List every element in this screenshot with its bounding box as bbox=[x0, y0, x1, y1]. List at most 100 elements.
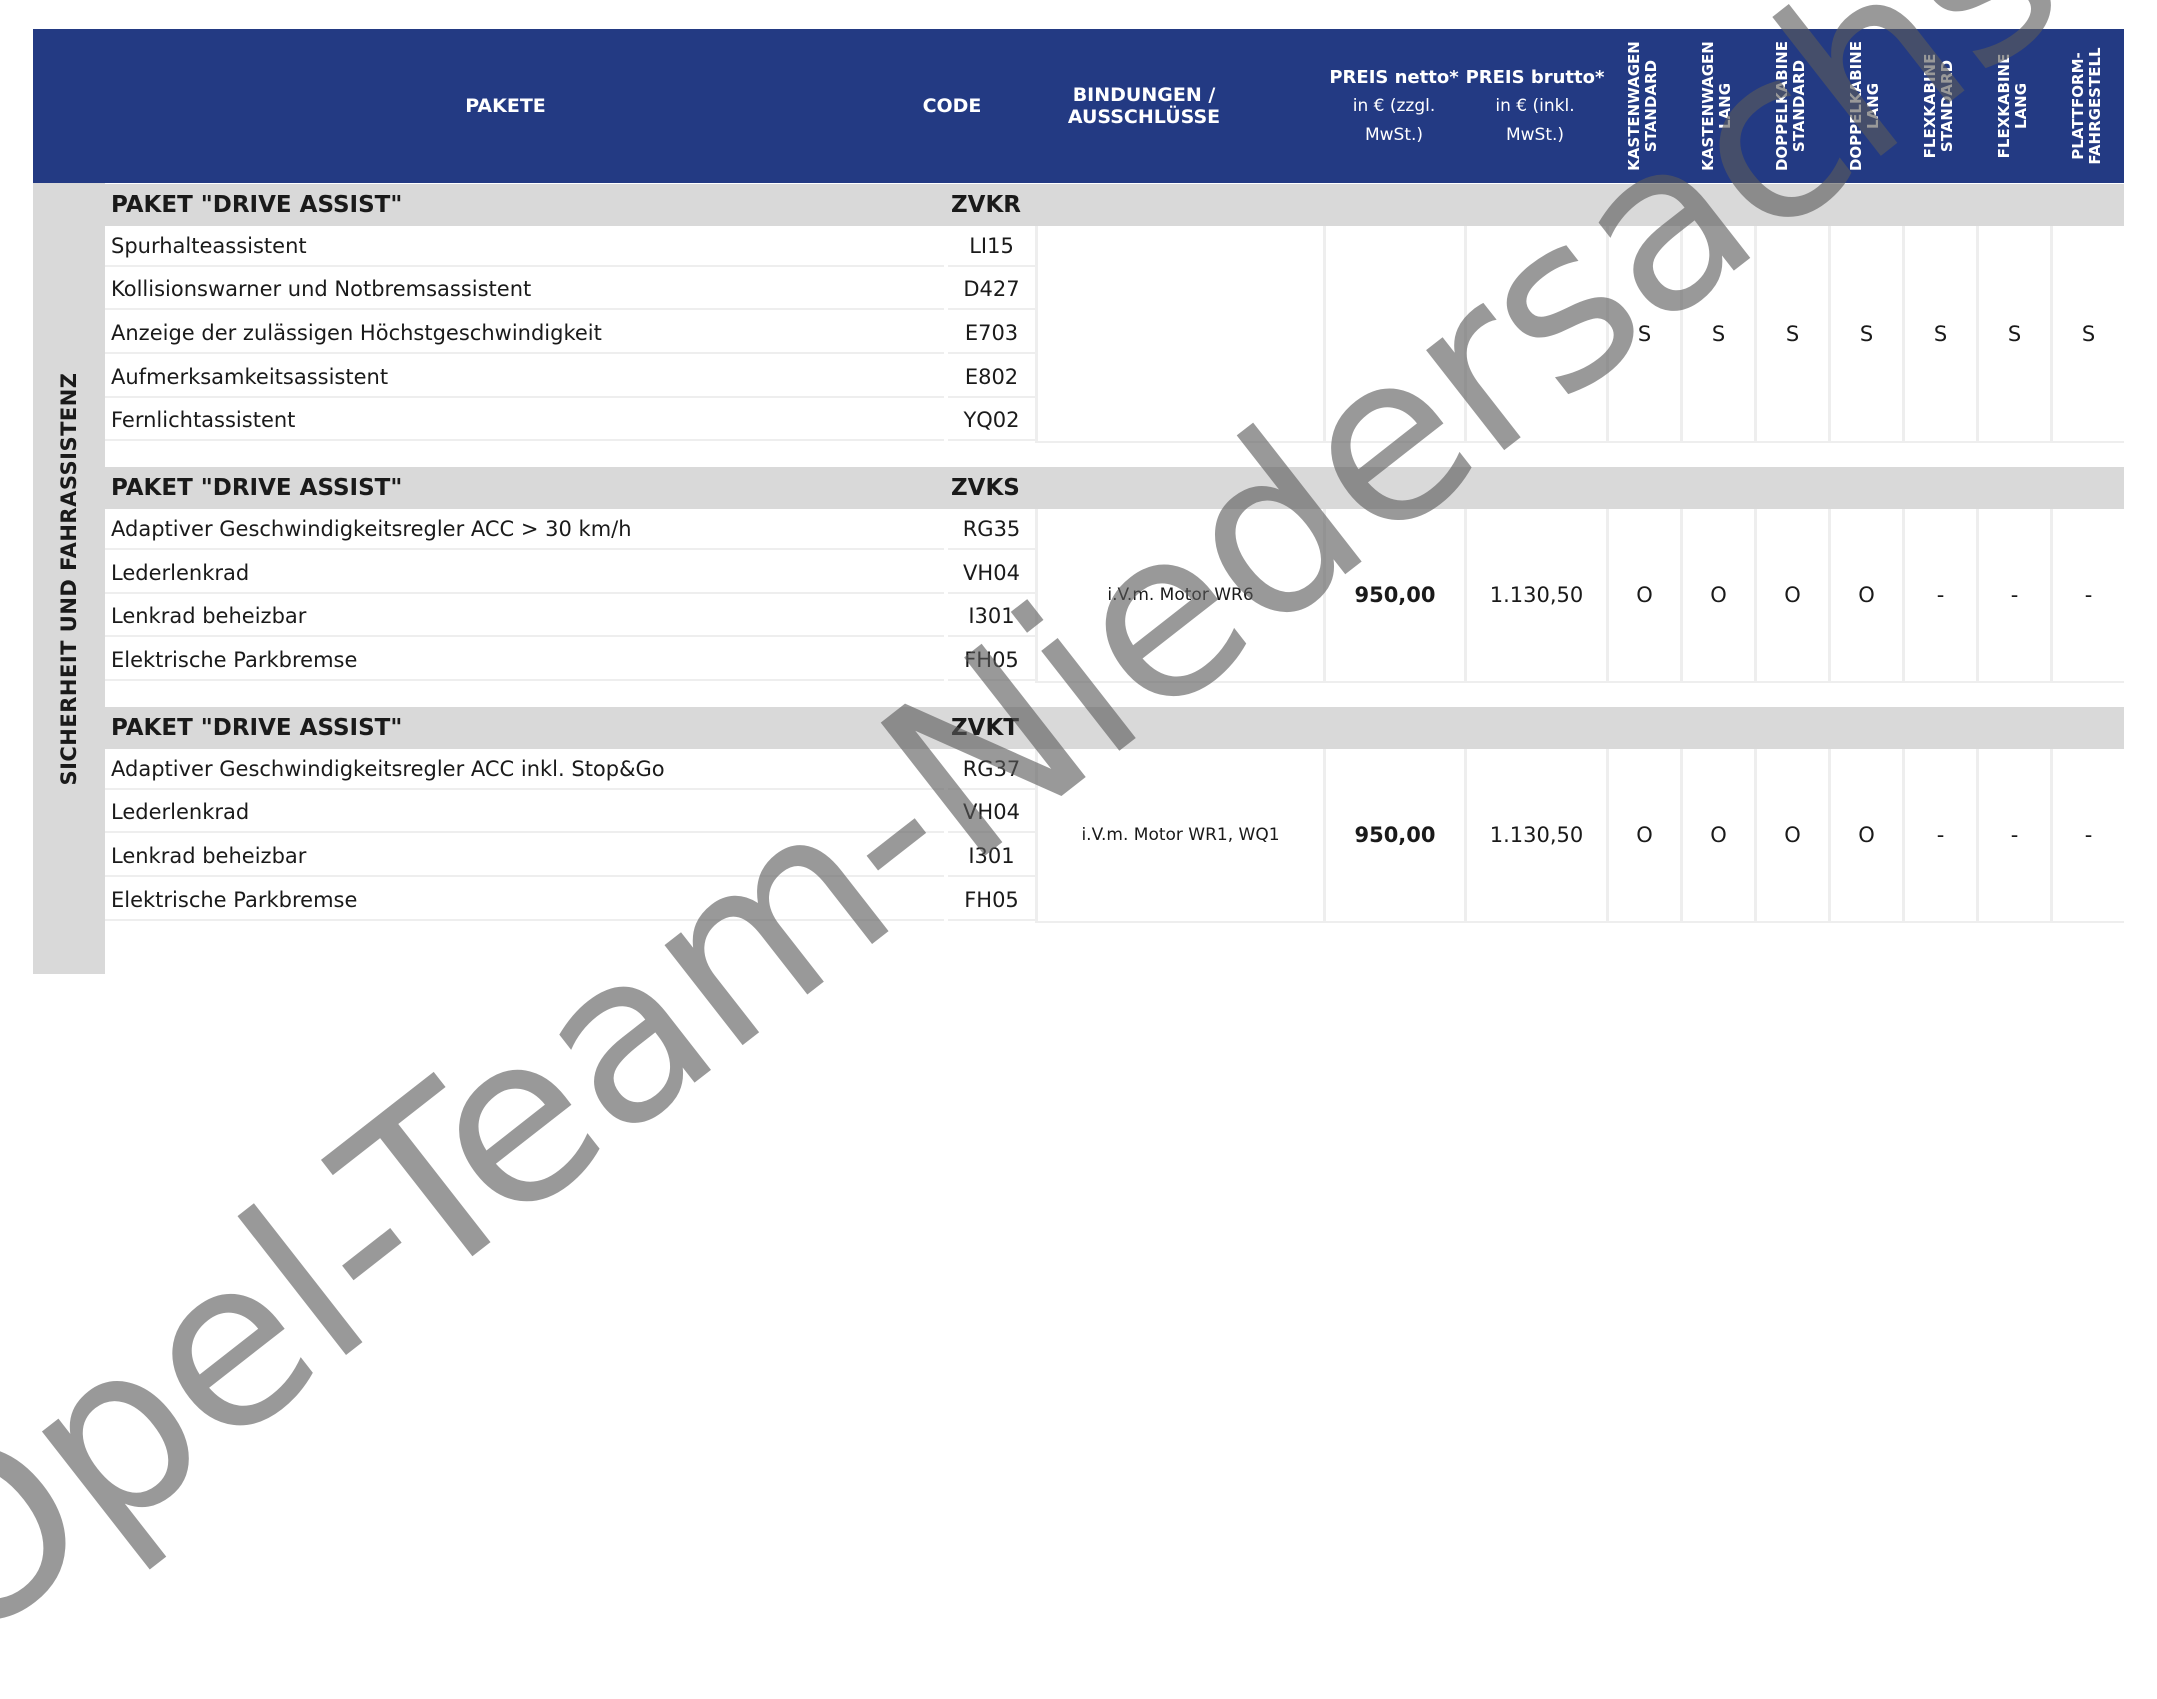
header-variant-flexkabine-standard: FLEXKABINE STANDARD bbox=[1902, 29, 1976, 183]
availability-cell: S bbox=[1606, 226, 1680, 443]
price-netto-cell bbox=[1323, 226, 1464, 443]
group-code: ZVKS bbox=[951, 475, 1020, 501]
availability-cell: O bbox=[1828, 749, 1902, 923]
availability-cell: O bbox=[1680, 749, 1754, 923]
variant-line2: LANG bbox=[2012, 82, 2030, 130]
availability-cell: - bbox=[1976, 509, 2050, 683]
item-name: Kollisionswarner und Notbremsassistent bbox=[105, 269, 944, 310]
variant-line2: FAHRGESTELL bbox=[2086, 47, 2104, 165]
section-label: SICHERHEIT UND FAHRASSISTENZ bbox=[57, 371, 81, 786]
price-brutto-cell: 1.130,50 bbox=[1464, 749, 1606, 923]
variant-line1: FLEXKABINE bbox=[1995, 53, 2013, 159]
item-name: Adaptiver Geschwindigkeitsregler ACC > 3… bbox=[105, 509, 944, 550]
header-variant-plattform-fahrgestell: PLATTFORM- FAHRGESTELL bbox=[2050, 29, 2124, 183]
availability-cell: - bbox=[1976, 749, 2050, 923]
availability-cell: S bbox=[1902, 226, 1976, 443]
group-code: ZVKR bbox=[951, 192, 1022, 218]
price-netto-cell: 950,00 bbox=[1323, 749, 1464, 923]
bindung-cell bbox=[1035, 226, 1323, 443]
item-code: RG35 bbox=[948, 509, 1035, 550]
group-title: PAKET "DRIVE ASSIST" bbox=[111, 715, 403, 741]
price-netto-cell: 950,00 bbox=[1323, 509, 1464, 683]
availability-cell: O bbox=[1754, 509, 1828, 683]
variant-line2: LANG bbox=[1864, 82, 1882, 130]
item-code: LI15 bbox=[948, 226, 1035, 267]
group-header-zvks: PAKET "DRIVE ASSIST" ZVKS bbox=[105, 467, 2124, 509]
availability-cell: S bbox=[1828, 226, 1902, 443]
availability-cell: O bbox=[1606, 749, 1680, 923]
variant-line1: PLATTFORM- bbox=[2069, 52, 2087, 160]
group-title: PAKET "DRIVE ASSIST" bbox=[111, 192, 403, 218]
item-code: FH05 bbox=[948, 880, 1035, 921]
header-bindungen: BINDUNGEN / AUSSCHLÜSSE bbox=[1067, 84, 1221, 128]
header-variant-kastenwagen-lang: KASTENWAGEN LANG bbox=[1680, 29, 1754, 183]
header-variant-kastenwagen-standard: KASTENWAGEN STANDARD bbox=[1606, 29, 1680, 183]
item-code: VH04 bbox=[948, 553, 1035, 594]
item-name: Fernlichtassistent bbox=[105, 400, 944, 441]
group-header-zvkt: PAKET "DRIVE ASSIST" ZVKT bbox=[105, 707, 2124, 749]
header-preis-netto: PREIS netto* in € (zzgl. MwSt.) bbox=[1324, 29, 1464, 183]
item-code: E802 bbox=[948, 357, 1035, 398]
item-name: Lederlenkrad bbox=[105, 553, 944, 594]
variant-line1: DOPPELKABINE bbox=[1773, 40, 1791, 172]
header-preis-brutto: PREIS brutto* in € (inkl. MwSt.) bbox=[1464, 29, 1606, 183]
item-code: FH05 bbox=[948, 640, 1035, 681]
item-code: D427 bbox=[948, 269, 1035, 310]
price-brutto-cell: 1.130,50 bbox=[1464, 509, 1606, 683]
availability-cell: - bbox=[1902, 509, 1976, 683]
preis-netto-sub1: in € (zzgl. bbox=[1352, 95, 1436, 116]
item-code: RG37 bbox=[948, 749, 1035, 790]
availability-cell: S bbox=[2050, 226, 2124, 443]
item-name: Elektrische Parkbremse bbox=[105, 640, 944, 681]
preis-netto-sub2: MwSt.) bbox=[1364, 124, 1424, 145]
item-name: Spurhalteassistent bbox=[105, 226, 944, 267]
variant-line1: KASTENWAGEN bbox=[1699, 41, 1717, 171]
availability-cell: O bbox=[1606, 509, 1680, 683]
item-name: Lenkrad beheizbar bbox=[105, 836, 944, 877]
preis-brutto-title: PREIS brutto* bbox=[1465, 66, 1605, 88]
item-name: Lederlenkrad bbox=[105, 792, 944, 833]
variant-line1: FLEXKABINE bbox=[1921, 53, 1939, 159]
availability-cell: - bbox=[2050, 509, 2124, 683]
header-variant-flexkabine-lang: FLEXKABINE LANG bbox=[1976, 29, 2050, 183]
variant-line1: KASTENWAGEN bbox=[1625, 41, 1643, 171]
variant-line2: LANG bbox=[1716, 82, 1734, 130]
bindung-cell: i.V.m. Motor WR6 bbox=[1035, 509, 1323, 683]
availability-cell: S bbox=[1680, 226, 1754, 443]
availability-cell: S bbox=[1754, 226, 1828, 443]
preis-brutto-sub2: MwSt.) bbox=[1505, 124, 1565, 145]
item-code: YQ02 bbox=[948, 400, 1035, 441]
availability-cell: S bbox=[1976, 226, 2050, 443]
item-name: Adaptiver Geschwindigkeitsregler ACC ink… bbox=[105, 749, 944, 790]
group-header-zvkr: PAKET "DRIVE ASSIST" ZVKR bbox=[105, 184, 2124, 226]
availability-cell: O bbox=[1680, 509, 1754, 683]
variant-line1: DOPPELKABINE bbox=[1847, 40, 1865, 172]
availability-cell: O bbox=[1828, 509, 1902, 683]
availability-cell: - bbox=[2050, 749, 2124, 923]
item-code: E703 bbox=[948, 313, 1035, 354]
group-code: ZVKT bbox=[951, 715, 1019, 741]
item-code: I301 bbox=[948, 836, 1035, 877]
item-name: Lenkrad beheizbar bbox=[105, 596, 944, 637]
table-header: PAKETE CODE BINDUNGEN / AUSSCHLÜSSE PREI… bbox=[33, 29, 2124, 183]
group-title: PAKET "DRIVE ASSIST" bbox=[111, 475, 403, 501]
variant-line2: STANDARD bbox=[1790, 59, 1808, 153]
item-name: Elektrische Parkbremse bbox=[105, 880, 944, 921]
header-variant-doppelkabine-standard: DOPPELKABINE STANDARD bbox=[1754, 29, 1828, 183]
item-code: VH04 bbox=[948, 792, 1035, 833]
item-name: Aufmerksamkeitsassistent bbox=[105, 357, 944, 398]
item-code: I301 bbox=[948, 596, 1035, 637]
price-brutto-cell bbox=[1464, 226, 1606, 443]
header-pakete: PAKETE bbox=[465, 95, 546, 117]
preis-netto-title: PREIS netto* bbox=[1329, 66, 1459, 88]
header-variant-doppelkabine-lang: DOPPELKABINE LANG bbox=[1828, 29, 1902, 183]
variant-line2: STANDARD bbox=[1642, 59, 1660, 153]
bindung-cell: i.V.m. Motor WR1, WQ1 bbox=[1035, 749, 1323, 923]
variant-line2: STANDARD bbox=[1938, 59, 1956, 153]
preis-brutto-sub1: in € (inkl. bbox=[1495, 95, 1575, 116]
availability-cell: - bbox=[1902, 749, 1976, 923]
header-code: CODE bbox=[922, 95, 982, 117]
item-name: Anzeige der zulässigen Höchstgeschwindig… bbox=[105, 313, 944, 354]
section-label-sidebar: SICHERHEIT UND FAHRASSISTENZ bbox=[33, 183, 105, 974]
availability-cell: O bbox=[1754, 749, 1828, 923]
